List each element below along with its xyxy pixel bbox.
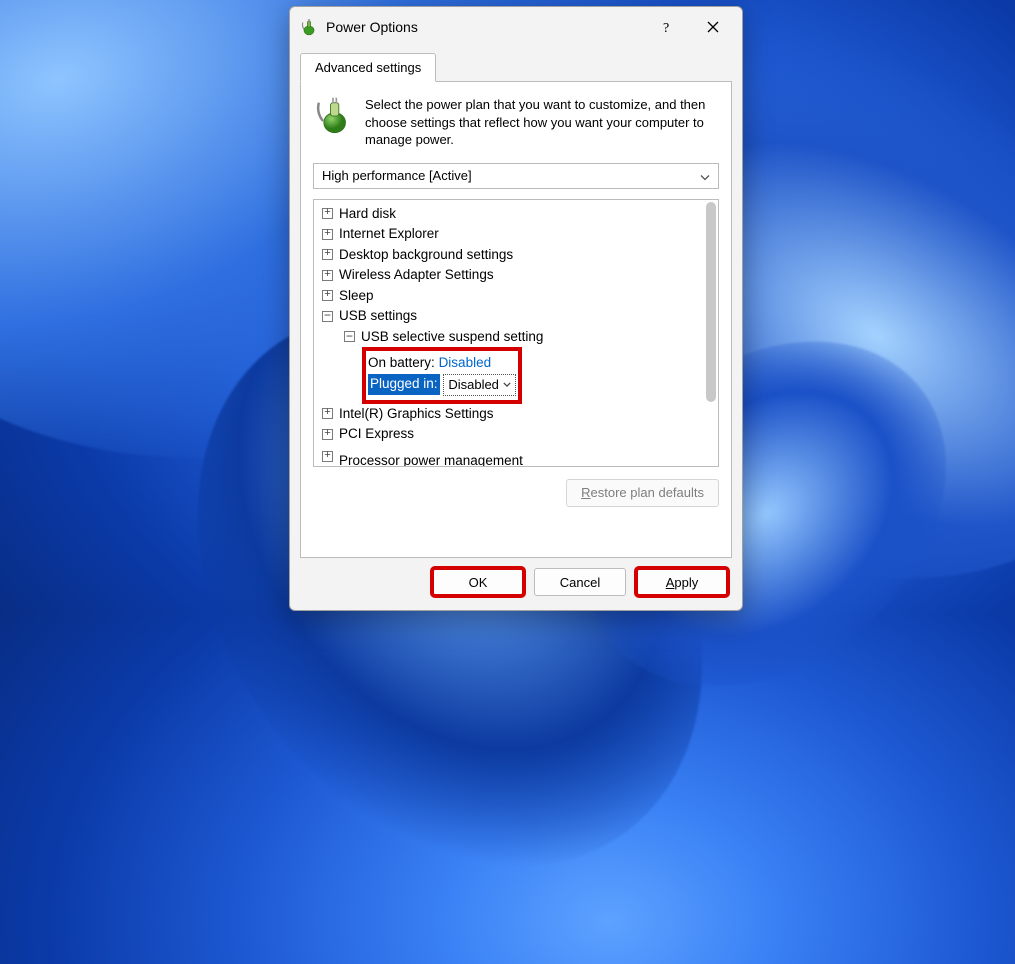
- tree-label: Wireless Adapter Settings: [339, 265, 494, 286]
- tree-label: Desktop background settings: [339, 245, 513, 266]
- cancel-button[interactable]: Cancel: [534, 568, 626, 596]
- on-battery-label: On battery:: [368, 353, 435, 374]
- expand-icon[interactable]: [322, 429, 333, 440]
- intro-text: Select the power plan that you want to c…: [365, 96, 719, 149]
- close-button[interactable]: [690, 10, 736, 44]
- expand-icon[interactable]: [322, 290, 333, 301]
- expand-icon[interactable]: [322, 229, 333, 240]
- plugged-in-label: Plugged in:: [368, 374, 440, 395]
- window-title: Power Options: [326, 19, 418, 35]
- tree-item-sleep[interactable]: Sleep: [318, 286, 718, 307]
- titlebar: Power Options ?: [290, 7, 742, 47]
- tree-item-usb-selective-suspend[interactable]: USB selective suspend setting: [318, 327, 718, 348]
- restore-defaults-button[interactable]: Restore plan defaults: [566, 479, 719, 507]
- tree-label: Sleep: [339, 286, 374, 307]
- power-plan-large-icon: [313, 96, 353, 136]
- scrollbar-thumb[interactable]: [706, 202, 716, 402]
- tree-item-usb-settings[interactable]: USB settings: [318, 306, 718, 327]
- tree-item-desktop-background[interactable]: Desktop background settings: [318, 245, 718, 266]
- tree-label: USB selective suspend setting: [361, 327, 543, 348]
- tab-strip: Advanced settings: [290, 47, 742, 82]
- tree-item-intel-graphics[interactable]: Intel(R) Graphics Settings: [318, 404, 718, 425]
- tree-label: USB settings: [339, 306, 417, 327]
- expand-icon[interactable]: [322, 270, 333, 281]
- svg-text:?: ?: [663, 21, 669, 34]
- tree-item-internet-explorer[interactable]: Internet Explorer: [318, 224, 718, 245]
- tree-label: Processor power management: [339, 451, 523, 467]
- on-battery-value[interactable]: Disabled: [439, 353, 492, 374]
- tree-label: Hard disk: [339, 204, 396, 225]
- expand-icon[interactable]: [322, 208, 333, 219]
- tree-item-pci-express[interactable]: PCI Express: [318, 424, 718, 445]
- expand-icon[interactable]: [322, 408, 333, 419]
- plugged-in-combo[interactable]: Disabled: [443, 374, 516, 396]
- expand-icon[interactable]: [322, 249, 333, 260]
- plugged-in-value: Disabled: [448, 375, 499, 395]
- highlighted-settings-block: On battery: Disabled Plugged in: Disable…: [362, 347, 522, 403]
- dialog-button-row: OK Cancel Apply: [290, 568, 742, 610]
- tab-advanced-settings[interactable]: Advanced settings: [300, 53, 436, 82]
- expand-icon[interactable]: [322, 451, 333, 462]
- help-button[interactable]: ?: [644, 10, 690, 44]
- collapse-icon[interactable]: [344, 331, 355, 342]
- tree-label: Intel(R) Graphics Settings: [339, 404, 494, 425]
- tree-item-processor-power[interactable]: Processor power management: [318, 447, 718, 467]
- setting-on-battery[interactable]: On battery: Disabled: [368, 353, 516, 374]
- tree-label: Internet Explorer: [339, 224, 439, 245]
- collapse-icon[interactable]: [322, 311, 333, 322]
- setting-plugged-in[interactable]: Plugged in: Disabled: [368, 374, 516, 396]
- power-plan-select[interactable]: High performance [Active]: [313, 163, 719, 189]
- power-plan-selected-value: High performance [Active]: [322, 168, 472, 183]
- advanced-settings-panel: Select the power plan that you want to c…: [300, 81, 732, 558]
- power-plan-icon: [300, 18, 318, 36]
- power-options-dialog: Power Options ? Advanced settings Select…: [289, 6, 743, 611]
- tree-item-hard-disk[interactable]: Hard disk: [318, 204, 718, 225]
- apply-button[interactable]: Apply: [636, 568, 728, 596]
- chevron-down-icon: [700, 168, 710, 183]
- tree-item-wireless-adapter[interactable]: Wireless Adapter Settings: [318, 265, 718, 286]
- chevron-down-icon: [503, 377, 511, 392]
- tree-label: PCI Express: [339, 424, 414, 445]
- ok-button[interactable]: OK: [432, 568, 524, 596]
- settings-tree[interactable]: Hard disk Internet Explorer Desktop back…: [313, 199, 719, 467]
